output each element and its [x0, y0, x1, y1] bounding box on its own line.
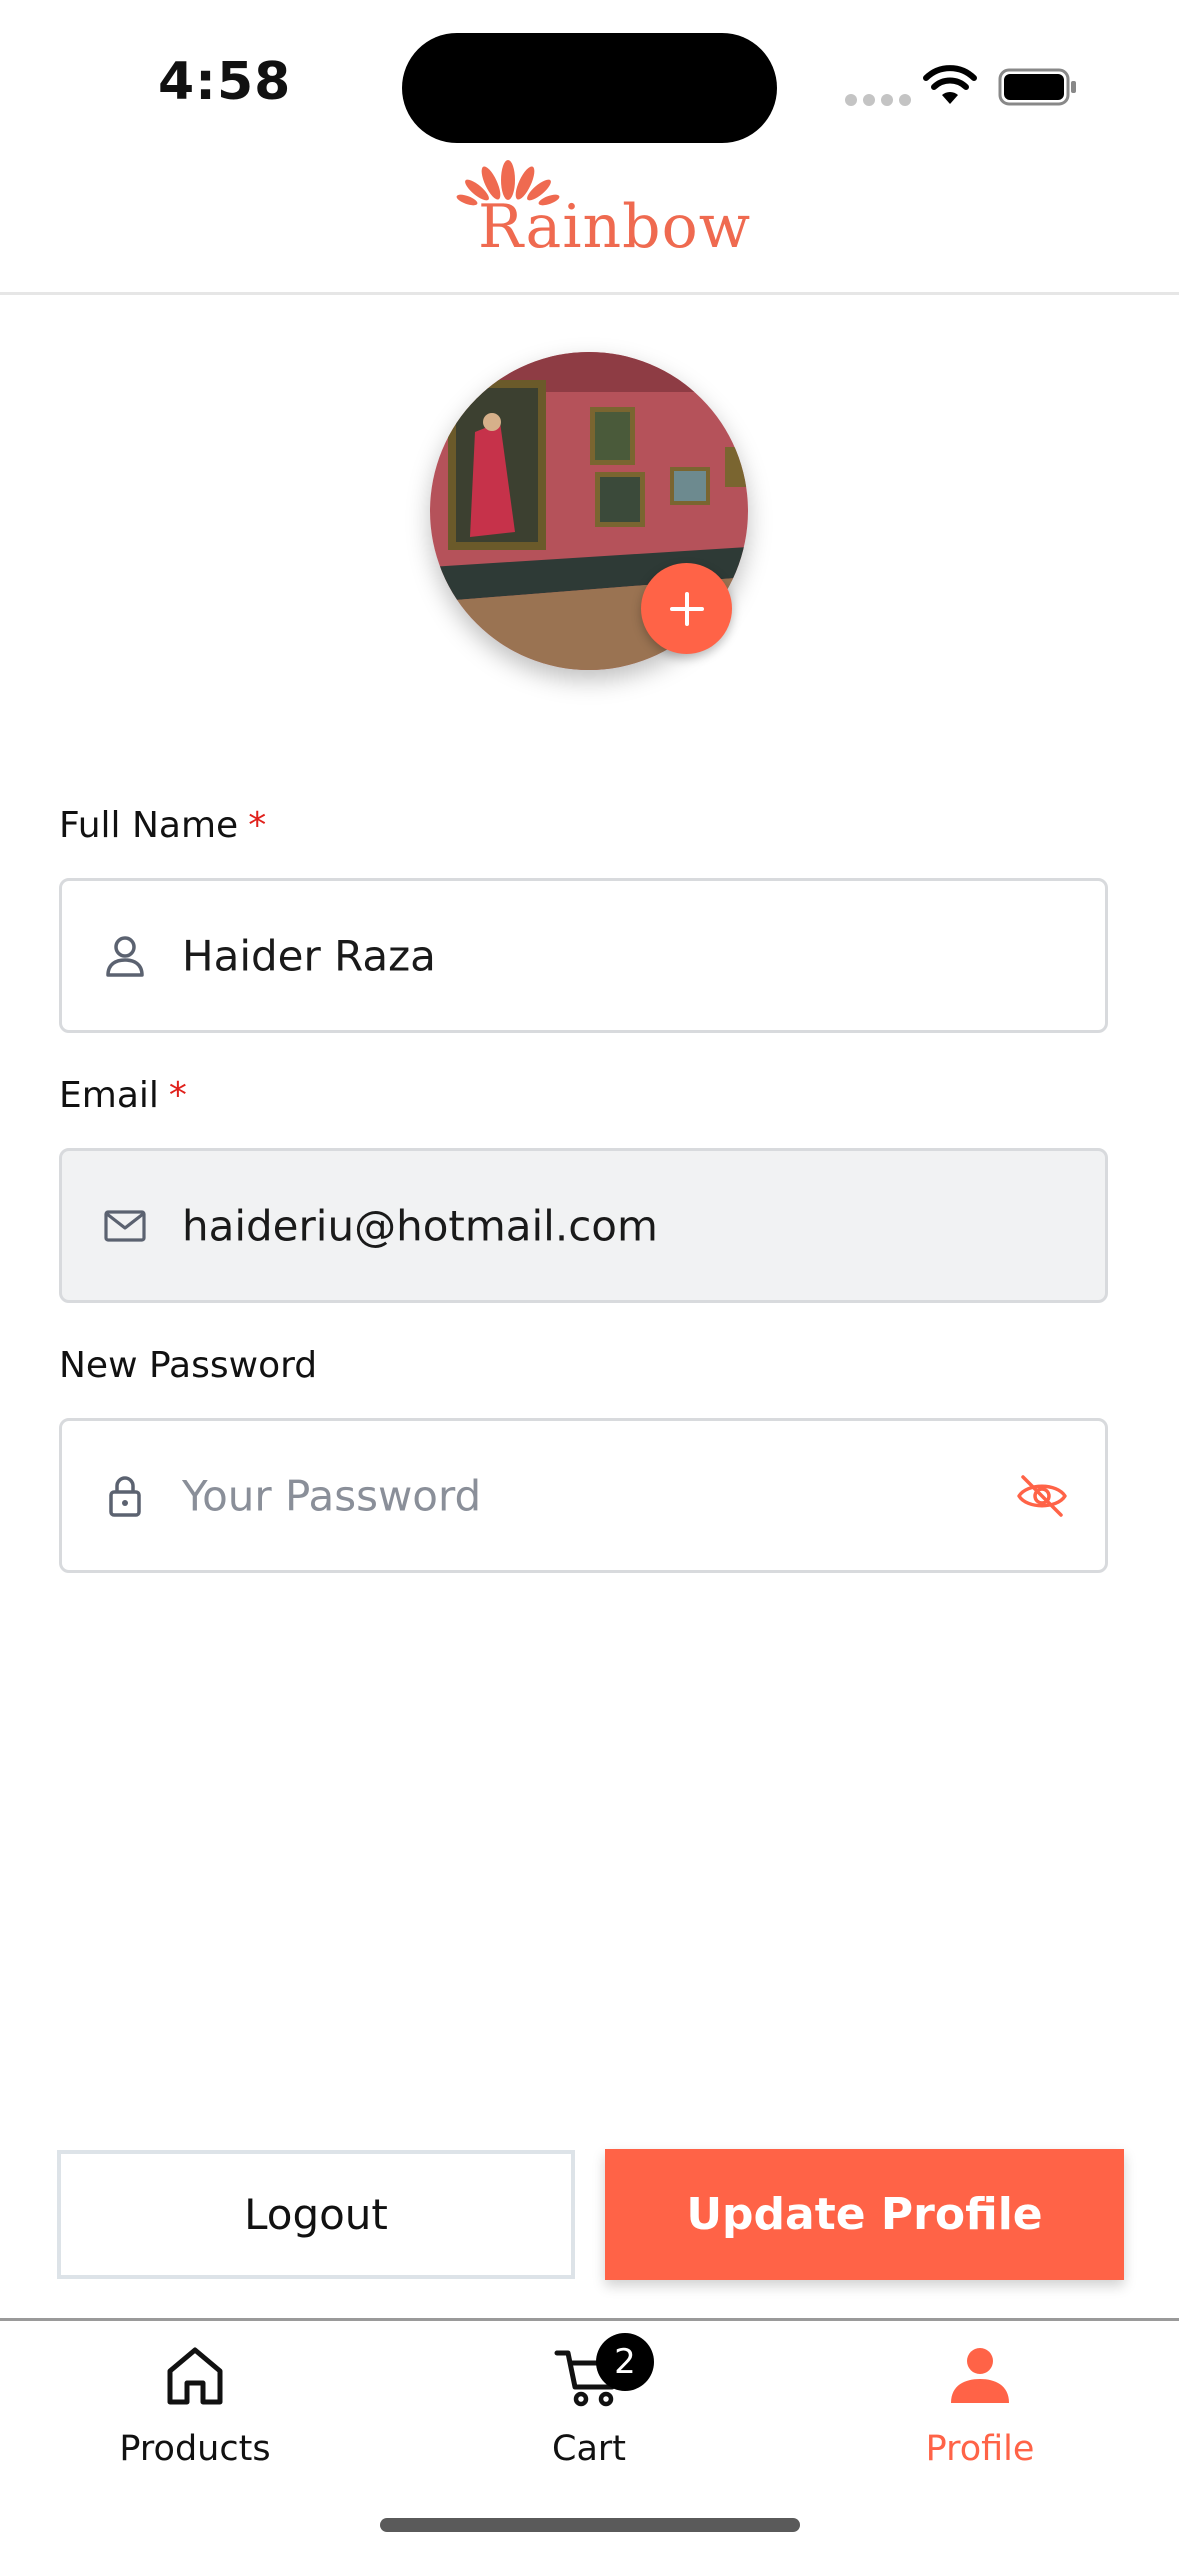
tab-cart-label: Cart [552, 2429, 626, 2469]
email-value: haideriu@hotmail.com [182, 1201, 658, 1250]
full-name-value: Haider Raza [182, 931, 436, 980]
full-name-label-text: Full Name [59, 805, 239, 846]
add-photo-button[interactable] [641, 563, 732, 654]
tab-cart[interactable]: 2 Cart [439, 2333, 739, 2469]
password-field[interactable]: Your Password [59, 1418, 1108, 1573]
mail-icon [104, 1209, 146, 1242]
signal-icon [845, 94, 911, 106]
status-time: 4:58 [158, 52, 292, 112]
tab-products-label: Products [119, 2429, 271, 2469]
tab-profile[interactable]: Profile [830, 2341, 1130, 2469]
email-label-text: Email [59, 1075, 159, 1116]
new-password-label: New Password [59, 1345, 318, 1386]
wifi-icon [923, 65, 977, 104]
email-label: Email * [59, 1075, 187, 1116]
rainbow-logo: Rainbow [453, 150, 750, 262]
person-icon [951, 2348, 1009, 2403]
plus-icon [669, 591, 704, 626]
password-input: Your Password [182, 1471, 482, 1520]
dynamic-island [402, 33, 777, 143]
cart-badge: 2 [596, 2333, 654, 2391]
eye-off-icon[interactable] [1015, 1469, 1069, 1523]
full-name-field[interactable]: Haider Raza [59, 878, 1108, 1033]
logout-button[interactable]: Logout [57, 2150, 575, 2279]
profile-screen: 4:58 Rainbow Full Name * Haider Raza Ema… [0, 0, 1179, 2556]
full-name-label: Full Name * [59, 805, 266, 846]
app-header: Rainbow [0, 145, 1179, 295]
logo-text: Rainbow [478, 192, 752, 262]
tab-products[interactable]: Products [45, 2341, 345, 2469]
user-icon [106, 935, 144, 977]
update-profile-button[interactable]: Update Profile [605, 2149, 1124, 2280]
cart-icon-wrap: 2 [554, 2333, 654, 2411]
home-indicator [380, 2518, 800, 2532]
email-field[interactable]: haideriu@hotmail.com [59, 1148, 1108, 1303]
lock-icon [109, 1475, 141, 1517]
required-mark: * [248, 805, 267, 846]
battery-icon [998, 68, 1076, 106]
home-icon [167, 2347, 223, 2405]
tab-profile-label: Profile [925, 2429, 1035, 2469]
required-mark: * [168, 1075, 187, 1116]
